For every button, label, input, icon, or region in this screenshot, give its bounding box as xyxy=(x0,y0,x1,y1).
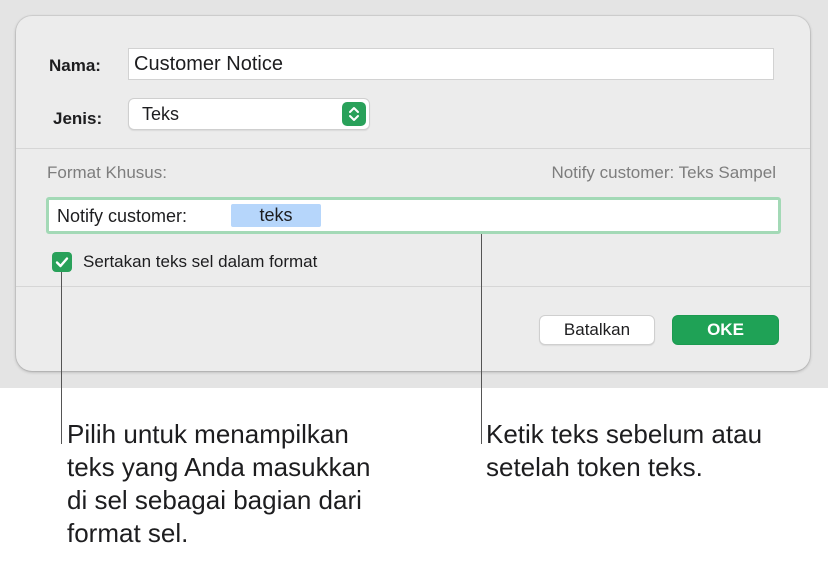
token-callout: Ketik teks sebelum atau setelah token te… xyxy=(486,418,762,484)
name-field[interactable]: Customer Notice xyxy=(128,48,774,80)
format-preview: Notify customer: Teks Sampel xyxy=(551,163,776,182)
custom-format-dialog: Nama: Customer Notice Jenis: Teks Format… xyxy=(16,16,810,371)
token-callout-line xyxy=(481,234,482,444)
ok-button[interactable]: OKE xyxy=(672,315,779,345)
separator xyxy=(16,148,810,149)
callout-line-text: di sel sebagai bagian dari xyxy=(67,485,362,515)
type-popup-value: Teks xyxy=(142,104,180,124)
name-label: Nama: xyxy=(49,56,101,75)
custom-format-label: Format Khusus: xyxy=(47,163,167,182)
checkbox-callout-line xyxy=(61,272,62,444)
callout-line-text: Pilih untuk menampilkan xyxy=(67,419,349,449)
separator xyxy=(16,286,810,287)
callout-line-text: setelah token teks. xyxy=(486,452,703,482)
format-prefix-text[interactable]: Notify customer: xyxy=(57,204,187,228)
callout-line-text: teks yang Anda masukkan xyxy=(67,452,371,482)
checkbox-callout: Pilih untuk menampilkan teks yang Anda m… xyxy=(67,418,371,550)
format-field[interactable]: Notify customer: teks xyxy=(46,197,781,234)
type-label: Jenis: xyxy=(53,109,103,128)
include-text-label: Sertakan teks sel dalam format xyxy=(83,252,318,271)
callout-line-text: format sel. xyxy=(67,518,189,548)
text-token[interactable]: teks xyxy=(231,204,321,227)
callout-line-text: Ketik teks sebelum atau xyxy=(486,419,763,449)
checkmark-icon xyxy=(55,257,69,268)
type-popup[interactable]: Teks xyxy=(128,98,370,130)
updown-chevron-icon xyxy=(342,102,366,126)
include-text-checkbox[interactable] xyxy=(52,252,72,272)
cancel-button[interactable]: Batalkan xyxy=(539,315,655,345)
